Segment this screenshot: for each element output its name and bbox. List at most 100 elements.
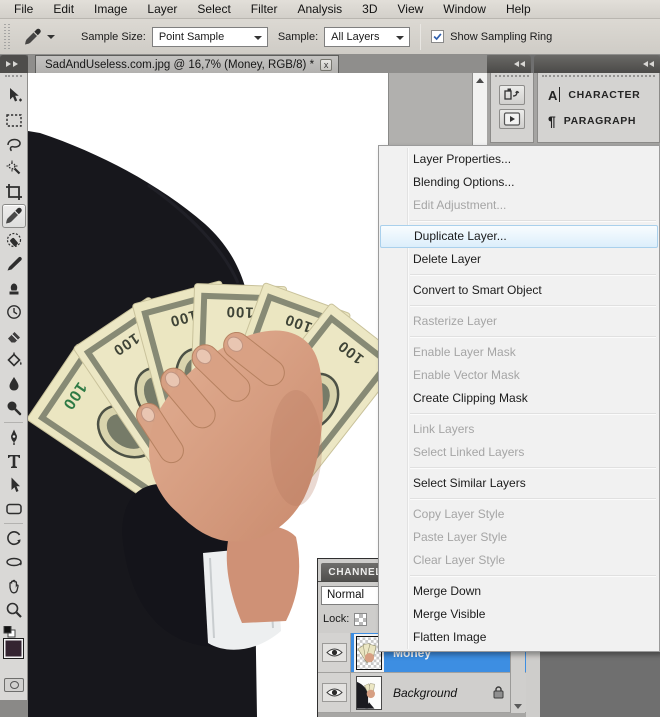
layer-name: Background	[393, 686, 457, 700]
context-menu-item-paste-layer-style: Paste Layer Style	[379, 526, 659, 549]
dock-group-icons	[490, 73, 534, 143]
type-tool-icon	[4, 451, 24, 471]
up-arrow-icon[interactable]	[473, 73, 487, 87]
blur-tool-button[interactable]	[2, 372, 26, 396]
toolbar-grip[interactable]	[5, 75, 22, 81]
layer-visibility-toggle[interactable]	[322, 683, 347, 702]
down-arrow-icon[interactable]	[511, 699, 525, 713]
move-tool-button[interactable]	[2, 84, 26, 108]
dock-collapse-left[interactable]	[487, 55, 531, 73]
menu-select[interactable]: Select	[187, 0, 240, 18]
sample-dropdown[interactable]: All Layers	[324, 27, 410, 47]
context-menu-item-edit-adjustment: Edit Adjustment...	[379, 194, 659, 217]
brush-tool-button[interactable]	[2, 252, 26, 276]
history-brush-tool-button[interactable]	[2, 300, 26, 324]
context-menu-item-flatten-image[interactable]: Flatten Image	[379, 626, 659, 649]
shape-tool-button[interactable]	[2, 497, 26, 521]
menu-edit[interactable]: Edit	[43, 0, 84, 18]
show-sampling-ring-checkbox[interactable]	[431, 30, 444, 43]
rotate-3d-tool-button[interactable]	[2, 526, 26, 550]
layer-visibility-toggle[interactable]	[322, 643, 347, 662]
menu-view[interactable]: View	[387, 0, 433, 18]
lock-transparency-icon[interactable]	[354, 613, 367, 626]
clone-stamp-tool-button[interactable]	[2, 276, 26, 300]
clone-stamp-tool-icon	[4, 278, 24, 298]
lasso-tool-button[interactable]	[2, 132, 26, 156]
toolbar-separator	[4, 523, 23, 524]
dodge-tool-button[interactable]	[2, 396, 26, 420]
paragraph-panel-button[interactable]: ¶ PARAGRAPH	[538, 109, 659, 133]
clone-source-panel-button[interactable]	[499, 85, 525, 105]
layer-thumbnail[interactable]	[355, 675, 383, 711]
context-menu-item-blending-options[interactable]: Blending Options...	[379, 171, 659, 194]
context-menu-item-enable-layer-mask: Enable Layer Mask	[379, 341, 659, 364]
zoom-tool-button[interactable]	[2, 598, 26, 622]
paint-bucket-tool-icon	[4, 350, 24, 370]
options-bar-grip[interactable]	[3, 24, 11, 50]
context-menu-item-select-similar-layers[interactable]: Select Similar Layers	[379, 472, 659, 495]
check-icon	[432, 31, 443, 42]
context-menu-item-duplicate-layer[interactable]: Duplicate Layer...	[380, 225, 658, 248]
quick-mask-button[interactable]	[4, 678, 24, 692]
context-menu-item-layer-properties[interactable]: Layer Properties...	[379, 148, 659, 171]
menu-help[interactable]: Help	[496, 0, 541, 18]
character-panel-button[interactable]: A CHARACTER	[538, 83, 659, 107]
orbit-3d-tool-button[interactable]	[2, 550, 26, 574]
double-right-arrow-icon	[13, 61, 18, 67]
options-separator	[420, 24, 421, 50]
menu-image[interactable]: Image	[84, 0, 137, 18]
sample-size-dropdown[interactable]: Point Sample	[152, 27, 268, 47]
pen-tool-button[interactable]	[2, 425, 26, 449]
spot-healing-tool-button[interactable]	[2, 228, 26, 252]
menu-window[interactable]: Window	[433, 0, 496, 18]
hand-tool-button[interactable]	[2, 574, 26, 598]
panel-grip[interactable]	[542, 75, 655, 81]
down-triangle-icon	[254, 36, 262, 40]
context-menu-item-merge-down[interactable]: Merge Down	[379, 580, 659, 603]
context-menu-item-convert-to-smart-object[interactable]: Convert to Smart Object	[379, 279, 659, 302]
blur-tool-icon	[4, 374, 24, 394]
toolbar-header[interactable]	[0, 55, 28, 73]
foreground-color-swatch[interactable]	[3, 638, 24, 659]
type-tool-button[interactable]	[2, 449, 26, 473]
pen-tool-icon	[4, 427, 24, 447]
layer-row-background[interactable]: Background	[318, 673, 526, 713]
path-selection-tool-button[interactable]	[2, 473, 26, 497]
context-menu-item-copy-layer-style: Copy Layer Style	[379, 503, 659, 526]
marquee-tool-button[interactable]	[2, 108, 26, 132]
dock-collapse-right[interactable]	[534, 55, 660, 73]
default-colors-icon[interactable]	[3, 626, 17, 638]
menu-separator	[410, 305, 656, 306]
paint-bucket-tool-button[interactable]	[2, 348, 26, 372]
eyedropper-tool-button[interactable]	[2, 204, 26, 228]
double-left-arrow-icon	[649, 61, 654, 67]
tool-preset-picker[interactable]	[17, 25, 61, 49]
sample-size-value: Point Sample	[159, 31, 224, 43]
close-icon[interactable]: x	[320, 59, 332, 71]
menu-file[interactable]: File	[4, 0, 43, 18]
eraser-tool-button[interactable]	[2, 324, 26, 348]
eye-icon	[326, 687, 343, 698]
menu-separator	[410, 336, 656, 337]
menu-separator	[410, 413, 656, 414]
document-tab[interactable]: SadAndUseless.com.jpg @ 16,7% (Money, RG…	[35, 55, 339, 73]
panel-grip[interactable]	[495, 75, 529, 81]
context-menu-item-delete-layer[interactable]: Delete Layer	[379, 248, 659, 271]
menu-layer[interactable]: Layer	[137, 0, 187, 18]
actions-panel-button[interactable]	[499, 109, 525, 129]
menu-filter[interactable]: Filter	[241, 0, 288, 18]
menu-3d[interactable]: 3D	[352, 0, 387, 18]
move-tool-icon	[4, 86, 24, 106]
double-left-arrow-icon	[643, 61, 648, 67]
orbit-3d-tool-icon	[4, 552, 24, 572]
menu-analysis[interactable]: Analysis	[287, 0, 352, 18]
path-selection-tool-icon	[4, 475, 24, 495]
toolbar-dock-background	[0, 700, 28, 717]
sample-label: Sample:	[278, 31, 318, 43]
context-menu-item-select-linked-layers: Select Linked Layers	[379, 441, 659, 464]
context-menu-item-create-clipping-mask[interactable]: Create Clipping Mask	[379, 387, 659, 410]
context-menu-item-merge-visible[interactable]: Merge Visible	[379, 603, 659, 626]
eye-icon	[326, 647, 343, 658]
quick-selection-tool-button[interactable]	[2, 156, 26, 180]
crop-tool-button[interactable]	[2, 180, 26, 204]
